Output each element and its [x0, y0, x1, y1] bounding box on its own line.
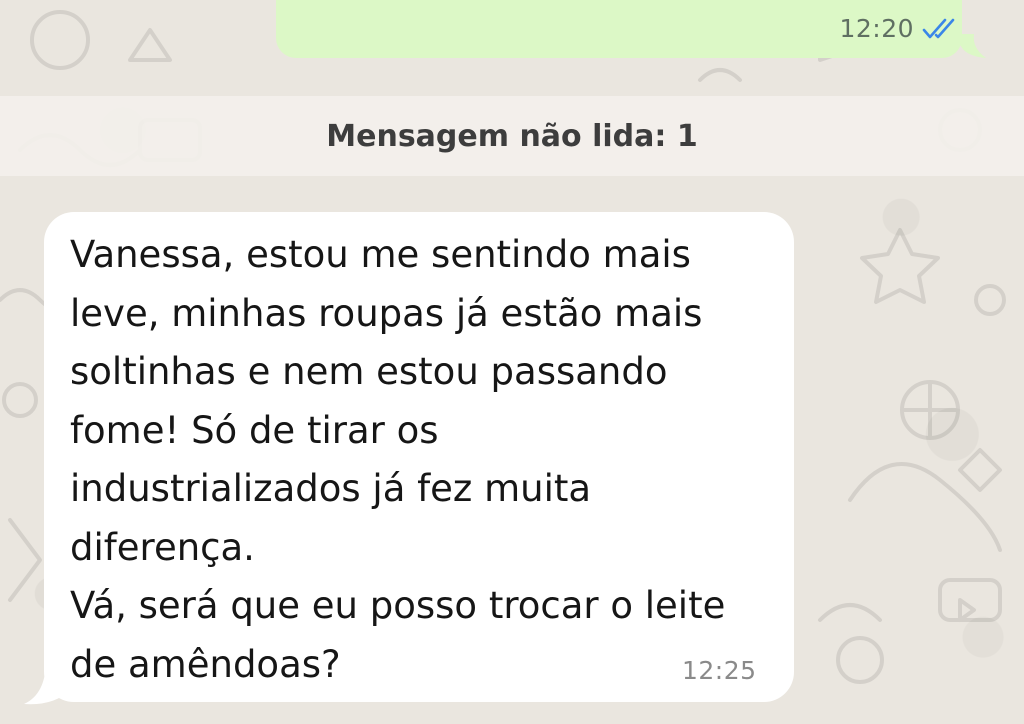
outgoing-message-time: 12:20 [839, 14, 914, 43]
message-line: Vanessa, estou me sentindo mais [70, 233, 691, 276]
double-check-read-icon [922, 18, 955, 38]
outgoing-bubble-tail [960, 34, 986, 58]
incoming-message-time: 12:25 [682, 656, 757, 685]
incoming-message-text: Vanessa, estou me sentindo mais leve, mi… [70, 226, 770, 694]
message-line: fome! Só de tirar os [70, 408, 439, 452]
message-line: soltinhas e nem estou passando [70, 350, 668, 393]
message-line: industrializados já fez muita [70, 467, 592, 510]
outgoing-message-meta: 12:20 [839, 14, 960, 43]
message-line: Vá, será que eu posso trocar o leite [70, 584, 726, 627]
unread-banner-label: Mensagem não lida: 1 [326, 118, 698, 154]
message-line: de amêndoas? [70, 642, 341, 686]
message-line: leve, minhas roupas já estão mais [70, 291, 703, 335]
unread-messages-banner: Mensagem não lida: 1 [0, 96, 1024, 176]
message-line: diferença. [70, 525, 255, 569]
